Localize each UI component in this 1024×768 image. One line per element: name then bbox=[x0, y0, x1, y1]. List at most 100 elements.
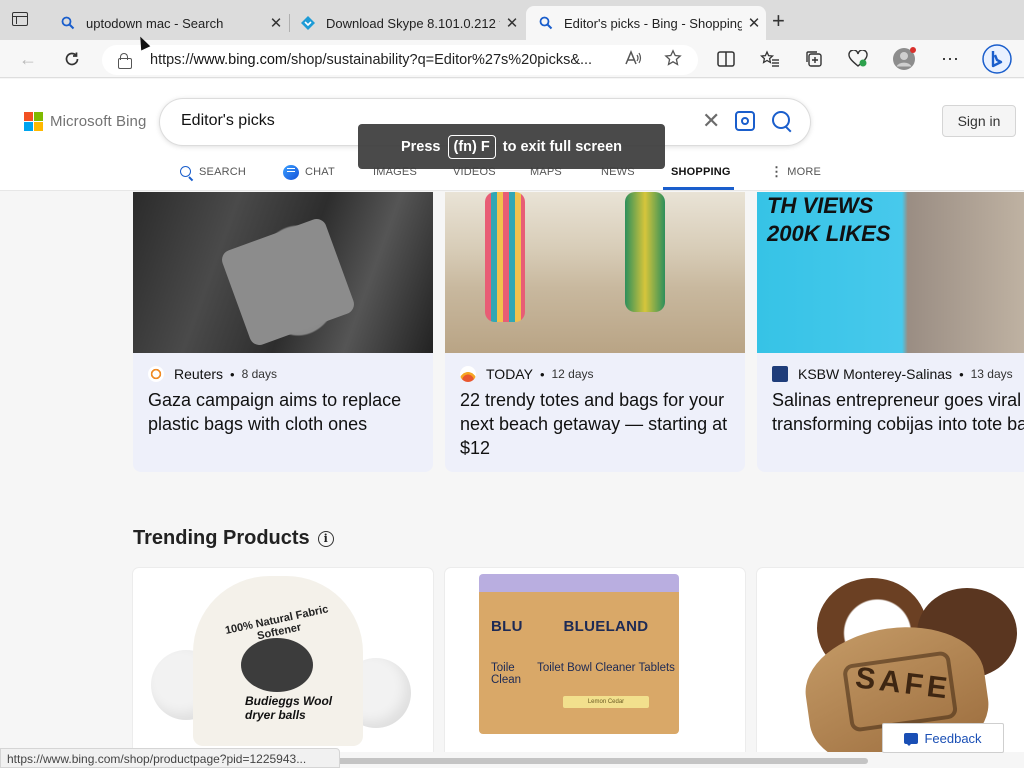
profile-avatar-icon[interactable] bbox=[891, 46, 917, 72]
tab-editors-picks[interactable]: Editor's picks - Bing - Shopping ✕ bbox=[526, 6, 766, 40]
jar-stamp-text: SAFE bbox=[853, 661, 953, 706]
news-image bbox=[445, 192, 745, 353]
url-domain: www.bing.com bbox=[193, 52, 288, 68]
collections-icon[interactable] bbox=[801, 46, 827, 72]
status-url: https://www.bing.com/shop/productpage?pi… bbox=[0, 748, 340, 768]
search-icon[interactable] bbox=[772, 111, 792, 131]
new-tab-plus-icon[interactable]: + bbox=[772, 10, 785, 32]
uptodown-favicon bbox=[300, 15, 316, 31]
toast-key: (fn) F bbox=[447, 134, 496, 159]
nav-search[interactable]: SEARCH bbox=[180, 161, 246, 183]
product-label-text: Lemon Cedar bbox=[563, 696, 649, 708]
toast-text: Press bbox=[400, 138, 441, 155]
bing-search-favicon bbox=[538, 15, 554, 31]
product-brand-text: Budieggs Wool dryer balls bbox=[245, 694, 333, 722]
sheep-icon bbox=[241, 638, 313, 692]
read-aloud-icon[interactable] bbox=[624, 49, 642, 72]
split-screen-icon[interactable] bbox=[713, 46, 739, 72]
section-title: Trending Products bbox=[133, 527, 310, 549]
tab-title: uptodown mac - Search bbox=[86, 15, 224, 31]
address-url[interactable]: https://www.bing.com/shop/sustainability… bbox=[150, 52, 610, 68]
news-source: KSBW Monterey-Salinas • 13 days bbox=[772, 366, 1013, 382]
shopping-content: Reuters • 8 days Gaza campaign aims to r… bbox=[0, 192, 1024, 752]
news-image bbox=[133, 192, 433, 353]
news-source: Reuters • 8 days bbox=[148, 366, 277, 382]
url-path: /shop/sustainability?q=Editor%27s%20pick… bbox=[287, 52, 593, 68]
tab-close-icon[interactable]: ✕ bbox=[500, 14, 524, 32]
browser-tab-strip: uptodown mac - Search ✕ Download Skype 8… bbox=[0, 0, 1024, 40]
source-name: TODAY bbox=[486, 366, 533, 382]
bing-copilot-icon[interactable] bbox=[982, 44, 1012, 74]
browser-toolbar: ← https://www.bing.com/shop/sustainabili… bbox=[0, 40, 1024, 78]
tab-title: Download Skype 8.101.0.212 for Mac bbox=[326, 15, 500, 31]
news-headline[interactable]: Salinas entrepreneur goes viral for tran… bbox=[772, 388, 1024, 436]
nav-label: MORE bbox=[787, 166, 822, 178]
source-name: KSBW Monterey-Salinas bbox=[798, 366, 953, 382]
nav-chat[interactable]: CHAT bbox=[283, 161, 335, 183]
address-bar[interactable]: https://www.bing.com/shop/sustainability… bbox=[102, 45, 698, 75]
today-logo-icon bbox=[460, 366, 476, 382]
news-age: 13 days bbox=[970, 367, 1013, 381]
feedback-button[interactable]: Feedback bbox=[882, 723, 1004, 753]
tab-skype[interactable]: Download Skype 8.101.0.212 for Mac ✕ bbox=[288, 6, 524, 40]
news-source: TODAY • 12 days bbox=[460, 366, 594, 382]
tab-title: Editor's picks - Bing - Shopping bbox=[564, 15, 742, 31]
nav-shopping[interactable]: SHOPPING bbox=[671, 161, 731, 183]
visual-search-icon[interactable] bbox=[735, 111, 755, 131]
separator-dot: • bbox=[959, 366, 964, 382]
nav-label: CHAT bbox=[305, 166, 335, 178]
source-name: Reuters bbox=[174, 366, 224, 382]
logo-text: Microsoft Bing bbox=[50, 113, 147, 130]
info-icon[interactable]: i bbox=[317, 530, 334, 547]
back-arrow-icon[interactable]: ← bbox=[15, 46, 41, 72]
reuters-logo-icon bbox=[148, 366, 164, 382]
chat-icon bbox=[283, 164, 299, 180]
browser-essentials-icon[interactable] bbox=[845, 46, 871, 72]
news-card[interactable]: TODAY • 12 days 22 trendy totes and bags… bbox=[445, 192, 745, 472]
search-query[interactable]: Editor's picks bbox=[181, 112, 275, 130]
product-package: BLUELAND Toilet Bowl Cleaner Tablets Lem… bbox=[533, 574, 679, 734]
active-tab-indicator bbox=[663, 187, 734, 190]
refresh-icon[interactable] bbox=[59, 46, 85, 72]
fullscreen-toast: Press (fn) F to exit full screen bbox=[358, 124, 665, 169]
trending-products-heading: Trending Products i bbox=[133, 527, 334, 550]
news-card[interactable]: Reuters • 8 days Gaza campaign aims to r… bbox=[133, 192, 433, 472]
microsoft-logo-icon bbox=[24, 112, 43, 131]
product-image: 100% Natural Fabric Softener Budieggs Wo… bbox=[193, 576, 363, 746]
toast-text: to exit full screen bbox=[502, 138, 622, 155]
ksbw-logo-icon bbox=[772, 366, 788, 382]
nav-label: SEARCH bbox=[199, 166, 247, 178]
tab-uptodown[interactable]: uptodown mac - Search ✕ bbox=[48, 6, 288, 40]
image-text-line: 200K LIKES bbox=[767, 221, 891, 246]
search-icon bbox=[180, 165, 193, 179]
product-desc-text: Toilet Bowl Cleaner Tablets bbox=[537, 662, 675, 674]
news-image: TH VIEWS 200K LIKES bbox=[757, 192, 1024, 353]
product-card[interactable]: 100% Natural Fabric Softener Budieggs Wo… bbox=[133, 568, 433, 752]
tab-actions-icon[interactable] bbox=[12, 12, 28, 26]
news-age: 12 days bbox=[551, 367, 594, 381]
nav-more[interactable]: ⋮ MORE bbox=[770, 161, 821, 183]
clear-search-icon[interactable]: ✕ bbox=[702, 108, 720, 134]
microsoft-bing-logo[interactable]: Microsoft Bing bbox=[24, 112, 146, 131]
more-options-icon[interactable]: ⋯ bbox=[937, 46, 963, 72]
favorite-star-icon[interactable] bbox=[664, 49, 682, 72]
sign-in-button[interactable]: Sign in bbox=[942, 105, 1016, 137]
more-vertical-icon: ⋮ bbox=[770, 164, 784, 179]
nav-label: SHOPPING bbox=[671, 166, 731, 178]
feedback-icon bbox=[904, 732, 919, 746]
url-scheme: https:// bbox=[150, 52, 194, 68]
news-card[interactable]: TH VIEWS 200K LIKES KSBW Monterey-Salina… bbox=[757, 192, 1024, 472]
image-overlay-text: TH VIEWS 200K LIKES bbox=[767, 192, 891, 248]
separator-dot: • bbox=[230, 366, 235, 382]
tab-close-icon[interactable]: ✕ bbox=[264, 14, 288, 32]
bing-search-favicon bbox=[60, 15, 76, 31]
news-headline[interactable]: Gaza campaign aims to replace plastic ba… bbox=[148, 388, 433, 436]
favorites-list-icon[interactable] bbox=[757, 46, 783, 72]
product-card[interactable]: BLU Toile Clean BLUELAND Toilet Bowl Cle… bbox=[445, 568, 745, 752]
tab-close-icon[interactable]: ✕ bbox=[742, 14, 766, 32]
news-headline[interactable]: 22 trendy totes and bags for your next b… bbox=[460, 388, 745, 460]
product-desc-text: Toile Clean bbox=[491, 662, 522, 686]
lock-icon[interactable] bbox=[118, 53, 132, 69]
news-age: 8 days bbox=[241, 367, 277, 381]
product-brand-text: BLUELAND bbox=[563, 618, 649, 635]
